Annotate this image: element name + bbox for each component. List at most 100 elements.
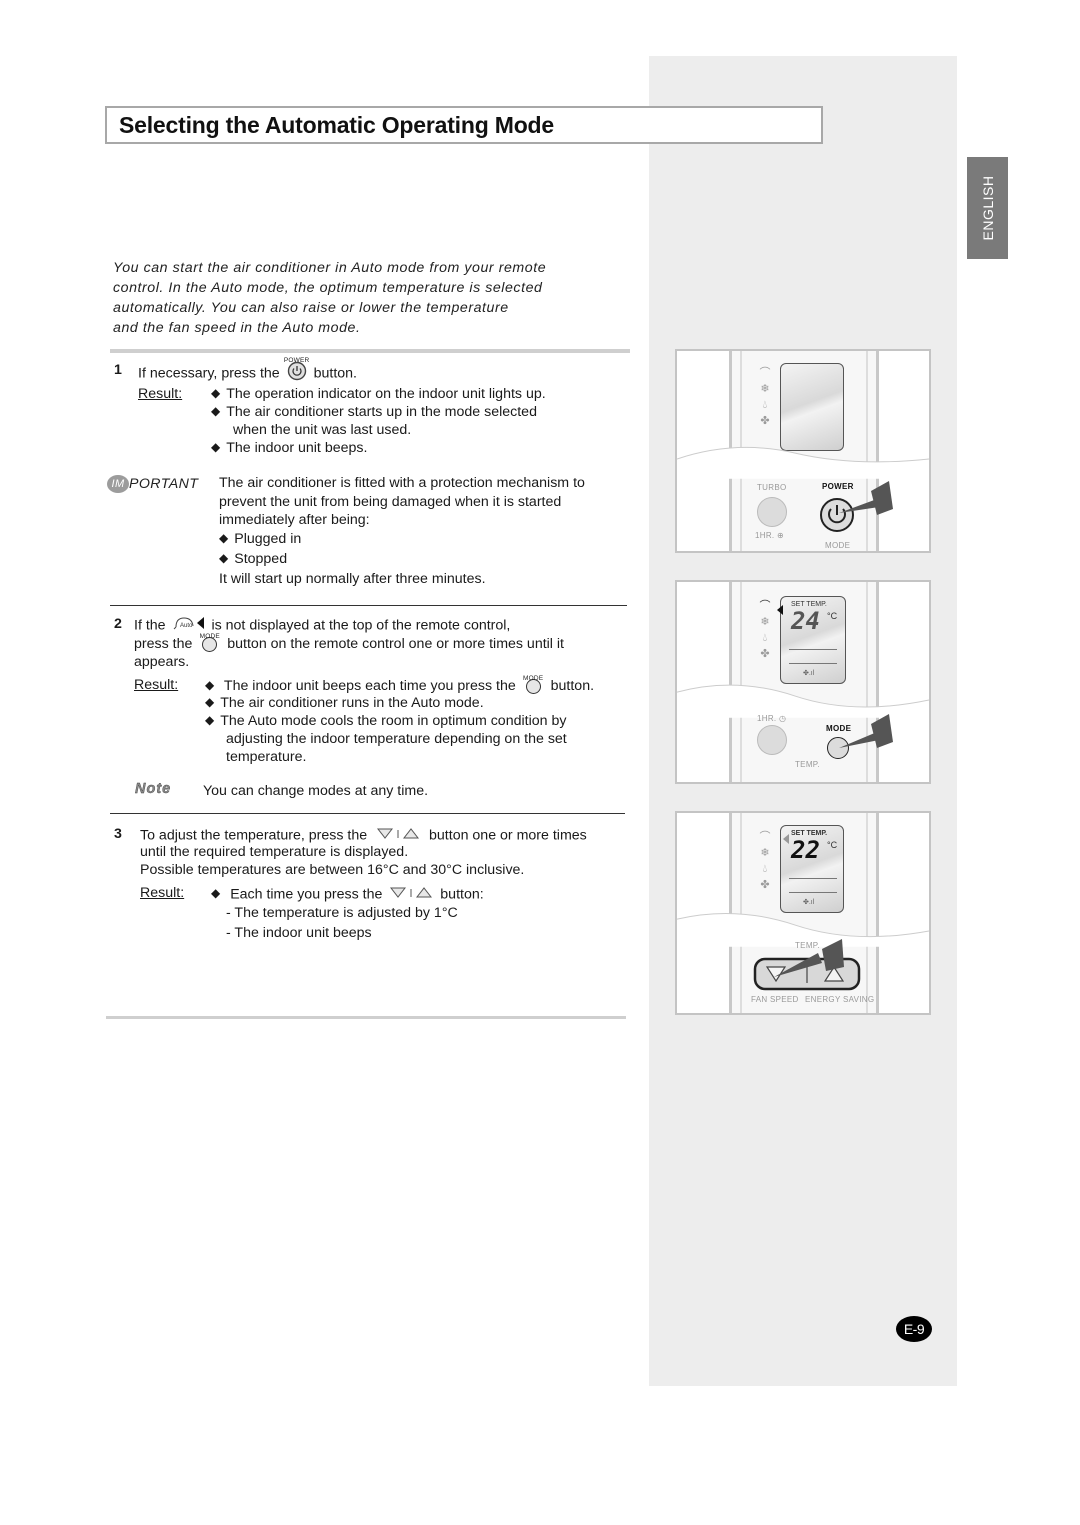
section-divider <box>106 1016 626 1019</box>
step-text: The indoor unit beeps each time you pres… <box>223 677 516 694</box>
important-closing: It will start up normally after three mi… <box>219 571 486 587</box>
title-box: Selecting the Automatic Operating Mode <box>105 106 823 144</box>
step-text: If necessary, press the <box>138 365 280 382</box>
language-tab: ENGLISH <box>967 157 1008 259</box>
mode-icons-column: ⌒ ❄ 💧︎ ✤ <box>757 365 773 429</box>
mode-icons-column: ⌒ ❄ 💧︎ ✤ <box>757 598 773 662</box>
step-1-instruction: If necessary, press the POWER button. <box>138 357 357 386</box>
fan-speed-indicator-icon: ✤.ıl <box>803 670 815 677</box>
page-number-badge: E-9 <box>896 1316 932 1342</box>
note-text: You can change modes at any time. <box>203 783 429 799</box>
step-3-line-2: until the required temperature is displa… <box>140 844 409 860</box>
result-item-continuation: when the unit was last used. <box>233 422 412 438</box>
result-label: Result: <box>140 885 185 901</box>
svg-text:Auto: Auto <box>180 623 193 629</box>
timer-button <box>757 725 787 755</box>
section-divider <box>110 349 630 353</box>
important-text: prevent the unit from being damaged when… <box>219 494 562 510</box>
cool-icon: ❄ <box>760 847 770 859</box>
cool-icon: ❄ <box>760 383 770 395</box>
section-divider <box>110 813 625 814</box>
turbo-button <box>757 497 787 527</box>
temperature-unit: °C <box>827 611 838 621</box>
remote-display: SET TEMP. 22 °C ✤.ıl <box>780 825 844 913</box>
step-2-number: 2 <box>114 615 122 633</box>
important-label: PORTANT <box>129 476 199 492</box>
auto-icon: ⌒ <box>759 831 771 843</box>
illustration-mode-button: ⌒ ❄ 💧︎ ✤ SET TEMP. 24 °C ✤.ıl 1HR. ◷ MOD… <box>675 580 931 784</box>
button-caption: MODE <box>199 633 220 640</box>
mode-indicator-arrow-icon <box>783 834 789 844</box>
result-label: Result: <box>134 677 179 693</box>
note-label: Note <box>135 781 172 797</box>
illustration-power-button: ⌒ ❄ 💧︎ ✤ TURBO POWER 1HR. ⊕ MODE <box>675 349 931 553</box>
mode-button-icon: MODE <box>200 633 220 657</box>
mode-indicator-arrow-icon <box>777 605 783 615</box>
language-tab-label: ENGLISH <box>979 175 996 241</box>
auto-icon: ⌒ <box>759 367 771 379</box>
intro-line: automatically. You can also raise or low… <box>113 300 509 316</box>
result-label: Result: <box>138 386 183 402</box>
turbo-label: TURBO <box>757 483 787 492</box>
section-divider <box>110 605 627 606</box>
temp-label: TEMP. <box>795 760 820 769</box>
temperature-readout: 22 <box>791 836 820 864</box>
timer-label: 1HR. ◷ <box>757 714 787 723</box>
fan-icon: ✤ <box>760 648 770 660</box>
step-text: Each time you press the <box>230 886 383 903</box>
sub-result: - The indoor unit beeps <box>226 925 372 941</box>
timer-label: 1HR. ⊕ <box>755 531 784 540</box>
dry-icon: 💧︎ <box>762 399 768 411</box>
step-text: is not displayed at the top of the remot… <box>211 617 511 634</box>
intro-line: and the fan speed in the Auto mode. <box>113 320 361 336</box>
step-2-line-1: If the Auto is not displayed at the top … <box>134 615 510 636</box>
step-number: 1 <box>114 362 122 378</box>
mode-label: MODE <box>825 541 851 550</box>
result-item: Each time you press the button: <box>211 884 484 905</box>
step-3-number: 3 <box>114 825 122 843</box>
step-1-line: 1 <box>114 361 122 379</box>
fan-speed-label: FAN SPEED <box>751 995 799 1004</box>
pointer-arrow-icon <box>839 714 893 748</box>
result-item-continuation: adjusting the indoor temperature dependi… <box>226 731 567 747</box>
step-text: button. <box>313 365 357 382</box>
important-text: immediately after being: <box>219 512 370 528</box>
step-text: To adjust the temperature, press the <box>140 827 368 844</box>
pointer-arrow-icon <box>774 939 844 977</box>
intro-paragraph: You can start the air conditioner in Aut… <box>113 258 623 338</box>
step-text: button. <box>550 677 595 694</box>
mode-icons-column: ⌒ ❄ 💧︎ ✤ <box>757 829 773 893</box>
step-3-line-3: Possible temperatures are between 16°C a… <box>140 862 525 878</box>
important-icon: IM <box>107 475 129 493</box>
dry-icon: 💧︎ <box>762 632 768 644</box>
intro-line: control. In the Auto mode, the optimum t… <box>113 280 543 296</box>
result-item: The operation indicator on the indoor un… <box>211 385 545 403</box>
illustration-temp-buttons: ⌒ ❄ 💧︎ ✤ SET TEMP. 22 °C ✤.ıl TEMP. FAN … <box>675 811 931 1015</box>
result-item: The air conditioner runs in the Auto mod… <box>205 694 483 712</box>
important-text: The air conditioner is fitted with a pro… <box>219 475 585 491</box>
result-item: The indoor unit beeps each time you pres… <box>205 675 595 699</box>
important-bullet: Stopped <box>219 550 287 568</box>
temp-down-up-icon <box>377 828 420 839</box>
temp-down-up-icon <box>390 887 433 898</box>
step-number: 2 <box>114 616 122 632</box>
intro-line: You can start the air conditioner in Aut… <box>113 260 547 276</box>
remote-display: SET TEMP. 24 °C ✤.ıl <box>777 596 846 684</box>
remote-display <box>780 363 844 451</box>
result-item: The Auto mode cools the room in optimum … <box>205 712 566 730</box>
power-button-icon: POWER <box>284 357 309 386</box>
auto-icon: ⌒ <box>759 600 771 612</box>
sub-result: - The temperature is adjusted by 1°C <box>226 905 458 921</box>
step-text: press the <box>134 635 193 652</box>
fan-icon: ✤ <box>760 415 770 427</box>
fan-speed-indicator-icon: ✤.ıl <box>803 899 815 906</box>
temperature-readout: 24 <box>791 607 820 635</box>
step-2-line-3: appears. <box>134 654 190 670</box>
mode-button-icon: MODE <box>523 675 543 699</box>
energy-saving-label: ENERGY SAVING <box>805 995 875 1004</box>
step-number: 3 <box>114 826 122 842</box>
important-bullet: Plugged in <box>219 530 301 548</box>
important-badge: IM PORTANT <box>107 474 198 493</box>
fan-icon: ✤ <box>760 879 770 891</box>
button-caption: POWER <box>283 357 310 364</box>
